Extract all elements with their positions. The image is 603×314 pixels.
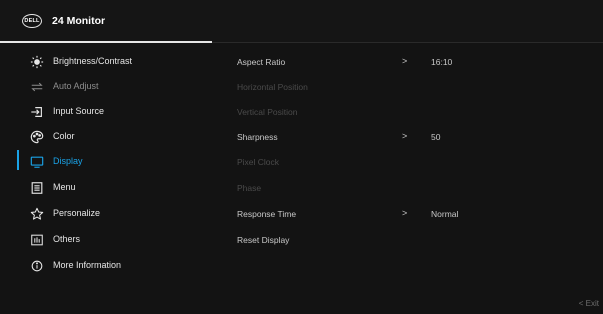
menu-item-more-information[interactable]: More Information [0, 256, 212, 276]
star-icon [29, 206, 45, 222]
menu-item-auto-adjust[interactable]: Auto Adjust [0, 77, 212, 97]
submenu-label: Vertical Position [237, 107, 298, 117]
menu-item-personalize[interactable]: Personalize [0, 204, 212, 224]
aspect-ratio-value: 16:10 [431, 57, 453, 67]
menu-item-label: Menu [53, 182, 76, 192]
submenu-pixel-clock: Pixel Clock [237, 157, 279, 173]
chevron-right-icon: > [402, 208, 408, 218]
info-icon [29, 258, 45, 274]
submenu-label: Phase [237, 183, 262, 193]
others-icon [29, 232, 45, 248]
monitor-model-title: 24 Monitor [52, 15, 106, 27]
submenu-phase: Phase [237, 183, 261, 199]
submenu-aspect-ratio[interactable]: Aspect Ratio [237, 57, 285, 73]
menu-item-label: Input Source [53, 106, 105, 116]
menu-item-label: Others [53, 234, 81, 244]
chevron-right-icon: > [402, 131, 408, 141]
menu-icon [29, 180, 45, 196]
input-source-icon [29, 104, 45, 120]
menu-item-label: Personalize [53, 208, 101, 218]
menu-item-brightness-contrast[interactable]: Brightness/Contrast [0, 52, 212, 72]
exit-button[interactable]: < Exit [579, 299, 599, 308]
submenu-horizontal-position: Horizontal Position [237, 82, 308, 98]
menu-item-input-source[interactable]: Input Source [0, 102, 212, 122]
submenu-label: Reset Display [237, 235, 290, 245]
menu-item-label: Color [53, 131, 75, 141]
submenu-sharpness[interactable]: Sharpness [237, 132, 278, 148]
sharpness-value: 50 [431, 132, 441, 142]
osd-header: DELL 24 Monitor [0, 0, 603, 42]
menu-item-label: Brightness/Contrast [53, 56, 133, 66]
auto-adjust-icon [29, 79, 45, 95]
menu-item-label: More Information [53, 260, 122, 270]
menu-item-display[interactable]: Display [0, 152, 212, 172]
submenu-label: Sharpness [237, 132, 278, 142]
color-palette-icon [29, 129, 45, 145]
submenu-label: Aspect Ratio [237, 57, 286, 67]
menu-item-label: Display [53, 156, 83, 166]
submenu-label: Response Time [237, 209, 297, 219]
response-time-value: Normal [431, 209, 459, 219]
monitor-osd: DELL 24 Monitor Brightness/Contrast Auto… [0, 0, 603, 314]
menu-item-color[interactable]: Color [0, 127, 212, 147]
menu-item-menu[interactable]: Menu [0, 178, 212, 198]
chevron-right-icon: > [402, 56, 408, 66]
submenu-vertical-position: Vertical Position [237, 107, 297, 123]
header-divider [212, 42, 603, 43]
menu-item-label: Auto Adjust [53, 81, 99, 91]
submenu-label: Pixel Clock [237, 157, 280, 167]
submenu-response-time[interactable]: Response Time [237, 209, 296, 225]
header-underline [0, 41, 212, 43]
submenu-reset-display[interactable]: Reset Display [237, 235, 289, 251]
display-monitor-icon [29, 154, 45, 170]
menu-item-others[interactable]: Others [0, 230, 212, 250]
dell-logo: DELL [22, 14, 42, 28]
brightness-icon [29, 54, 45, 70]
submenu-label: Horizontal Position [237, 82, 308, 92]
